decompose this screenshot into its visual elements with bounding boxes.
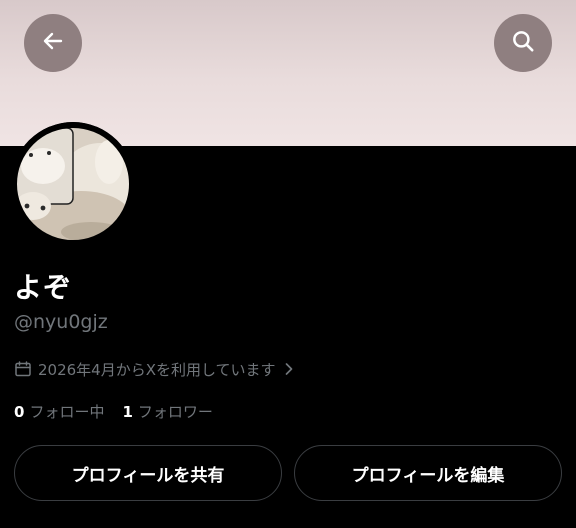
joined-date-text: 2026年4月からXを利用しています xyxy=(38,360,276,379)
chevron-right-icon xyxy=(284,362,294,376)
followers-count: 1 xyxy=(122,402,133,421)
edit-profile-button[interactable]: プロフィールを編集 xyxy=(294,445,562,501)
following-label: フォロー中 xyxy=(29,403,105,421)
followers-label: フォロワー xyxy=(137,403,213,421)
followers-link[interactable]: 1 フォロワー xyxy=(122,401,212,422)
display-name: よぞ xyxy=(14,271,73,304)
search-icon xyxy=(510,28,536,58)
avatar[interactable] xyxy=(11,122,135,246)
back-button[interactable] xyxy=(24,14,82,72)
following-count: 0 xyxy=(14,402,25,421)
joined-date-row[interactable]: 2026年4月からXを利用しています xyxy=(14,358,294,380)
search-button[interactable] xyxy=(494,14,552,72)
arrow-left-icon xyxy=(41,29,65,57)
calendar-icon xyxy=(14,360,32,378)
following-link[interactable]: 0 フォロー中 xyxy=(14,401,104,422)
share-profile-button[interactable]: プロフィールを共有 xyxy=(14,445,282,501)
follow-stats: 0 フォロー中 1 フォロワー xyxy=(14,401,213,422)
user-handle: @nyu0gjz xyxy=(14,311,108,333)
